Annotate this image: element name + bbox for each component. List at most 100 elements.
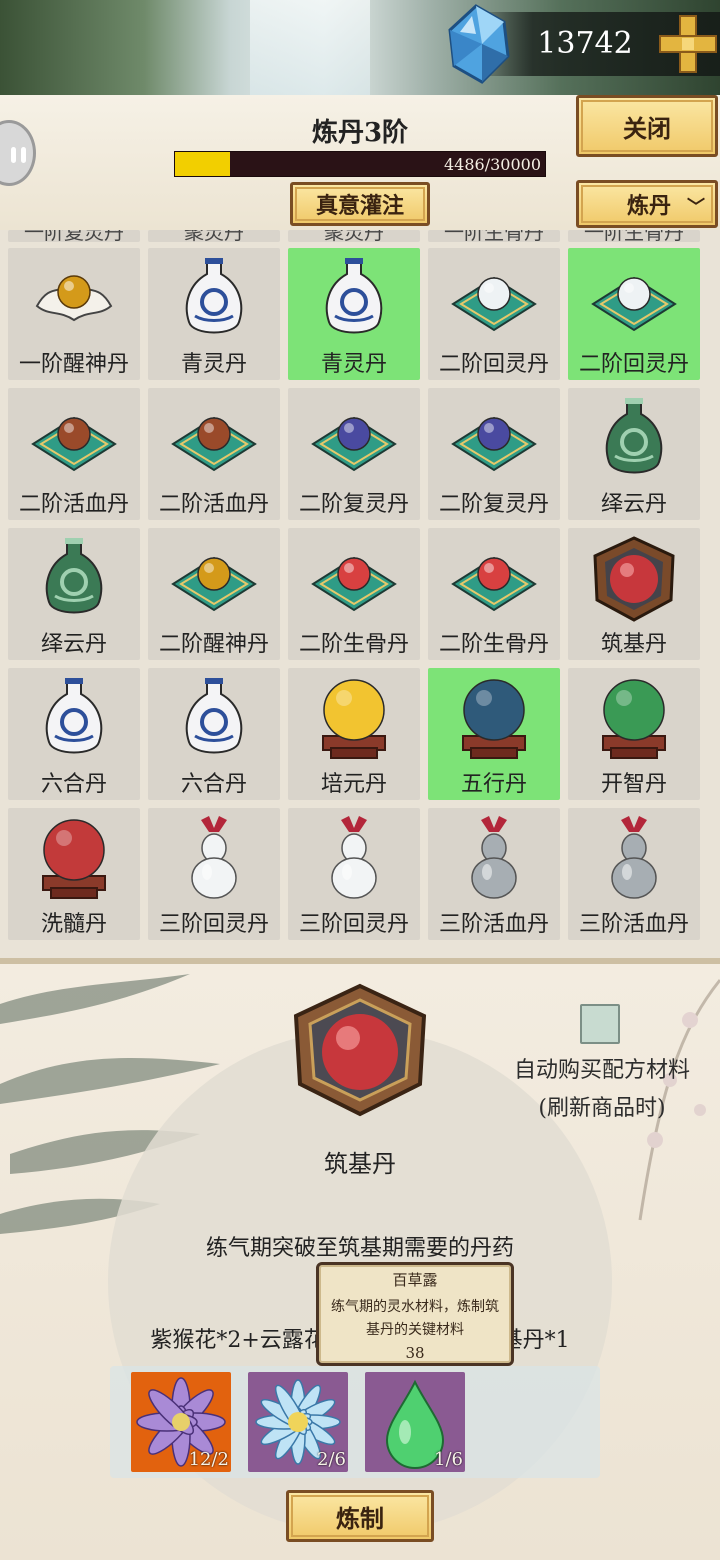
add-currency-button[interactable] xyxy=(656,12,720,76)
recipe-cell[interactable]: 三阶活血丹 xyxy=(428,808,560,940)
blue-white-vase-icon xyxy=(185,258,243,334)
recipe-cell-partial[interactable]: 聚灵丹 xyxy=(288,230,420,244)
blue-white-vase-icon xyxy=(45,678,103,754)
spirit-crystal-icon xyxy=(448,4,510,84)
recipe-cell[interactable]: 二阶生骨丹 xyxy=(428,528,560,660)
recipe-cell[interactable]: 青灵丹 xyxy=(148,248,280,380)
tooltip-number: 38 xyxy=(405,1344,425,1362)
pill-on-cushion-red-icon xyxy=(311,556,397,612)
currency-amount: 13742 xyxy=(537,26,633,61)
recipe-cell[interactable]: 二阶回灵丹 xyxy=(568,248,700,380)
orb-on-stand-red-icon xyxy=(42,819,106,899)
recipe-cell-name: 二阶生骨丹 xyxy=(438,632,549,657)
recipe-cell-name: 二阶醒神丹 xyxy=(158,632,269,657)
recipe-cell[interactable]: 二阶活血丹 xyxy=(8,388,140,520)
recipe-cell[interactable]: 六合丹 xyxy=(148,668,280,800)
recipe-cell[interactable]: 一阶醒神丹 xyxy=(8,248,140,380)
recipe-cell[interactable]: 二阶复灵丹 xyxy=(288,388,420,520)
auto-buy-checkbox[interactable] xyxy=(580,1004,620,1044)
pill-in-hex-box-icon xyxy=(593,536,675,622)
recipe-cell[interactable]: 二阶生骨丹 xyxy=(288,528,420,660)
pill-on-cloth-gold-icon xyxy=(35,275,113,322)
page-title: 炼丹3阶 xyxy=(311,118,409,148)
tooltip-description: 练气期的灵水材料，炼制筑基丹的关键材料 xyxy=(331,1299,499,1338)
refine-button[interactable]: 炼制 xyxy=(286,1490,434,1542)
recipe-cell-name: 一阶生骨丹 xyxy=(584,230,684,244)
green-vase-icon xyxy=(45,538,103,614)
material-count: 12/2 xyxy=(188,1449,229,1470)
recipe-cell-name: 一阶醒神丹 xyxy=(18,352,129,377)
silver-gourd-vase-icon xyxy=(471,816,517,899)
recipe-cell[interactable]: 二阶复灵丹 xyxy=(428,388,560,520)
recipe-cell-name: 三阶回灵丹 xyxy=(298,912,409,937)
recipe-cell-name: 三阶活血丹 xyxy=(438,912,549,937)
recipe-cell-name: 二阶活血丹 xyxy=(18,492,129,517)
recipe-cell[interactable]: 筑基丹 xyxy=(568,528,700,660)
recipe-cell[interactable]: 青灵丹 xyxy=(288,248,420,380)
recipe-grid[interactable]: 一阶复灵丹 聚灵丹 聚灵丹 一阶生骨丹 一阶生骨丹 一阶醒神丹 青灵丹 青灵丹 二阶回灵… xyxy=(0,230,720,958)
recipe-cell[interactable]: 三阶活血丹 xyxy=(568,808,700,940)
recipe-cell-name: 青灵丹 xyxy=(180,352,247,377)
craft-type-select[interactable]: 炼丹 ﹀ xyxy=(576,180,718,228)
recipe-cell-partial[interactable]: 一阶生骨丹 xyxy=(428,230,560,244)
recipe-cell[interactable]: 洗髓丹 xyxy=(8,808,140,940)
recipe-cell-name: 绎云丹 xyxy=(600,492,667,517)
recipe-cell[interactable]: 六合丹 xyxy=(8,668,140,800)
recipe-cell-name: 三阶活血丹 xyxy=(578,912,689,937)
recipe-cell[interactable]: 绎云丹 xyxy=(568,388,700,520)
recipe-cell-partial[interactable]: 聚灵丹 xyxy=(148,230,280,244)
recipe-cell[interactable]: 三阶回灵丹 xyxy=(288,808,420,940)
experience-progress-bar: 4486/30000 xyxy=(174,151,546,177)
recipe-cell-name: 二阶活血丹 xyxy=(158,492,269,517)
pill-on-cushion-brown-icon xyxy=(171,416,257,472)
pill-description: 练气期突破至筑基期需要的丹药 xyxy=(205,1236,514,1261)
material-slot[interactable]: 2/6 xyxy=(248,1372,348,1472)
orb-on-stand-blue-icon xyxy=(462,679,526,759)
material-count: 1/6 xyxy=(434,1449,463,1470)
recipe-cell-name: 青灵丹 xyxy=(320,352,387,377)
recipe-cell-name: 开智丹 xyxy=(600,772,667,797)
pill-on-cushion-brown-icon xyxy=(31,416,117,472)
pill-on-cushion-indigo-icon xyxy=(451,416,537,472)
recipe-cell[interactable]: 二阶醒神丹 xyxy=(148,528,280,660)
recipe-cell-name: 六合丹 xyxy=(180,772,247,797)
recipe-cell[interactable]: 开智丹 xyxy=(568,668,700,800)
progress-label: 4486/30000 xyxy=(443,155,541,174)
recipe-cell-partial[interactable]: 一阶生骨丹 xyxy=(568,230,700,244)
recipe-cell-name: 一阶生骨丹 xyxy=(444,230,544,244)
material-tooltip: 百草露 练气期的灵水材料，炼制筑基丹的关键材料 38 xyxy=(316,1262,514,1366)
recipe-cell-name: 培元丹 xyxy=(320,772,387,797)
pill-on-cushion-gold-icon xyxy=(171,556,257,612)
recipe-cell-name: 二阶回灵丹 xyxy=(438,352,549,377)
orb-on-stand-yellow-icon xyxy=(322,679,386,759)
recipe-cell-name: 一阶复灵丹 xyxy=(24,230,124,244)
recipe-cell-name: 筑基丹 xyxy=(600,632,667,657)
recipe-cell[interactable]: 二阶活血丹 xyxy=(148,388,280,520)
progress-fill xyxy=(175,152,231,176)
recipe-cell-name: 聚灵丹 xyxy=(184,230,244,244)
close-button[interactable]: 关闭 xyxy=(576,95,718,157)
pill-on-cushion-red-icon xyxy=(451,556,537,612)
selected-pill-icon xyxy=(293,983,427,1117)
recipe-cell-name: 五行丹 xyxy=(460,772,527,797)
material-slot[interactable]: 1/6 xyxy=(365,1372,465,1472)
recipe-cell[interactable]: 三阶回灵丹 xyxy=(148,808,280,940)
recipe-cell[interactable]: 培元丹 xyxy=(288,668,420,800)
recipe-cell-name: 二阶复灵丹 xyxy=(298,492,409,517)
recipe-cell-name: 二阶生骨丹 xyxy=(298,632,409,657)
recipe-cell-name: 三阶回灵丹 xyxy=(158,912,269,937)
orb-on-stand-green-icon xyxy=(602,679,666,759)
recipe-cell-name: 洗髓丹 xyxy=(40,912,107,937)
pill-on-cushion-indigo-icon xyxy=(311,416,397,472)
material-slot[interactable]: 12/2 xyxy=(131,1372,231,1472)
recipe-cell-name: 六合丹 xyxy=(40,772,107,797)
recipe-cell[interactable]: 绎云丹 xyxy=(8,528,140,660)
recipe-cell-partial[interactable]: 一阶复灵丹 xyxy=(8,230,140,244)
white-gourd-vase-icon xyxy=(191,816,237,899)
recipe-cell[interactable]: 五行丹 xyxy=(428,668,560,800)
recipe-cell[interactable]: 二阶回灵丹 xyxy=(428,248,560,380)
auto-buy-label-line2: (刷新商品时) xyxy=(538,1096,666,1121)
infuse-button[interactable]: 真意灌注 xyxy=(290,182,430,226)
selected-pill-name: 筑基丹 xyxy=(324,1150,396,1178)
material-count: 2/6 xyxy=(317,1449,346,1470)
